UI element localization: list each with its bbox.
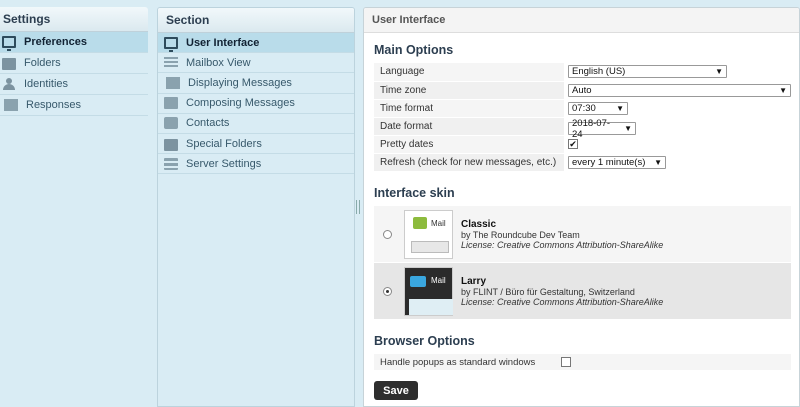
settings-item-folders[interactable]: Folders xyxy=(0,53,148,74)
settings-item-label: Identities xyxy=(24,78,69,90)
select-value: English (US) xyxy=(572,66,626,78)
content-title: User Interface xyxy=(364,8,799,33)
select-value: Auto xyxy=(572,84,592,96)
save-button[interactable]: Save xyxy=(374,381,418,400)
settings-item-label: Responses xyxy=(26,99,82,111)
option-label: Date format xyxy=(374,117,564,136)
option-row-time-format: Time format 07:30 ▼ xyxy=(374,99,791,118)
settings-title: Settings xyxy=(0,7,148,32)
select-value: 2018-07-24 xyxy=(572,117,611,140)
settings-panel: Settings Preferences Folders Identities … xyxy=(0,7,148,407)
option-label: Time format xyxy=(374,99,564,118)
section-item-server-settings[interactable]: Server Settings xyxy=(158,154,354,175)
option-label: Time zone xyxy=(374,81,564,100)
option-label: Handle popups as standard windows xyxy=(380,356,536,368)
section-panel: Section User Interface Mailbox View Disp… xyxy=(157,7,355,407)
timezone-select[interactable]: Auto ▼ xyxy=(568,83,791,97)
skin-option-larry[interactable]: Mail Larry by FLINT / Büro für Gestaltun… xyxy=(374,263,791,320)
dropdown-arrow-icon: ▼ xyxy=(715,67,723,77)
skin-thumbnail-larry: Mail xyxy=(404,266,453,316)
select-value: 07:30 xyxy=(572,102,596,114)
mail-icon xyxy=(413,216,427,229)
option-row-language: Language English (US) ▼ xyxy=(374,63,791,82)
document-icon xyxy=(4,99,18,111)
popups-checkbox[interactable] xyxy=(561,357,572,367)
interface-skin-title: Interface skin xyxy=(374,186,455,200)
skin-author: by The Roundcube Dev Team xyxy=(461,229,580,240)
option-label: Pretty dates xyxy=(374,135,564,154)
skin-author: by FLINT / Büro für Gestaltung, Switzerl… xyxy=(461,286,635,297)
option-row-refresh: Refresh (check for new messages, etc.) e… xyxy=(374,153,791,172)
section-title: Section xyxy=(158,8,354,33)
section-item-label: Mailbox View xyxy=(186,56,251,69)
mail-icon xyxy=(410,275,426,287)
monitor-icon xyxy=(164,36,178,52)
dropdown-arrow-icon: ▼ xyxy=(624,124,632,133)
settings-item-label: Preferences xyxy=(24,36,87,48)
skin-license: License: Creative Commons Attribution-Sh… xyxy=(461,296,664,307)
pretty-dates-checkbox[interactable]: ✔ xyxy=(568,139,578,149)
thumbnail-label: Mail xyxy=(431,218,446,228)
server-icon xyxy=(164,157,178,170)
time-format-select[interactable]: 07:30 ▼ xyxy=(568,101,628,115)
settings-item-identities[interactable]: Identities xyxy=(0,74,148,95)
section-item-label: Special Folders xyxy=(186,137,262,150)
list-icon xyxy=(164,56,178,69)
skin-radio-classic[interactable] xyxy=(383,229,392,239)
toolbar-preview xyxy=(409,298,453,315)
option-row-date-format: Date format 2018-07-24 ▼ xyxy=(374,117,791,140)
monitor-icon xyxy=(2,36,16,51)
option-label: Refresh (check for new messages, etc.) xyxy=(374,153,564,172)
section-item-label: Composing Messages xyxy=(186,97,295,110)
section-item-contacts[interactable]: Contacts xyxy=(158,114,354,134)
settings-item-preferences[interactable]: Preferences xyxy=(0,32,148,53)
thumbnail-label: Mail xyxy=(431,275,446,285)
section-item-user-interface[interactable]: User Interface xyxy=(158,33,354,54)
document-icon xyxy=(166,76,180,89)
refresh-select[interactable]: every 1 minute(s) ▼ xyxy=(568,156,666,169)
main-options-title: Main Options xyxy=(374,43,454,57)
section-item-displaying-messages[interactable]: Displaying Messages xyxy=(158,73,354,94)
skin-option-classic[interactable]: Mail Classic by The Roundcube Dev Team L… xyxy=(374,206,791,263)
toolbar-preview xyxy=(411,240,449,253)
dropdown-arrow-icon: ▼ xyxy=(616,103,624,113)
skin-info: Larry by FLINT / Büro für Gestaltung, Sw… xyxy=(461,276,663,307)
edit-icon xyxy=(164,97,178,110)
dropdown-arrow-icon: ▼ xyxy=(779,85,787,95)
language-select[interactable]: English (US) ▼ xyxy=(568,65,727,79)
section-item-mailbox-view[interactable]: Mailbox View xyxy=(158,53,354,74)
section-item-composing-messages[interactable]: Composing Messages xyxy=(158,94,354,114)
section-item-label: Server Settings xyxy=(186,157,262,170)
browser-options-title: Browser Options xyxy=(374,334,475,348)
option-row-popups: Handle popups as standard windows xyxy=(374,354,791,370)
content-panel: User Interface Main Options Language Eng… xyxy=(363,7,800,407)
dropdown-arrow-icon: ▼ xyxy=(654,158,662,167)
skin-name: Larry xyxy=(461,275,487,287)
section-item-special-folders[interactable]: Special Folders xyxy=(158,134,354,155)
folder-icon xyxy=(2,58,16,70)
skin-license: License: Creative Commons Attribution-Sh… xyxy=(461,239,664,250)
section-item-label: Contacts xyxy=(186,117,230,130)
panel-splitter[interactable] xyxy=(356,200,360,214)
option-row-timezone: Time zone Auto ▼ xyxy=(374,81,791,100)
section-item-label: Displaying Messages xyxy=(188,76,292,89)
main-options-table: Language English (US) ▼ Time zone Auto ▼ T… xyxy=(374,63,791,172)
skin-info: Classic by The Roundcube Dev Team Licens… xyxy=(461,219,663,250)
person-icon xyxy=(2,78,16,90)
date-format-select[interactable]: 2018-07-24 ▼ xyxy=(568,118,636,140)
folder-icon xyxy=(164,138,178,151)
select-value: every 1 minute(s) xyxy=(572,157,646,168)
skin-thumbnail-classic: Mail xyxy=(404,209,453,259)
contact-icon xyxy=(164,117,178,130)
option-label: Language xyxy=(374,63,564,82)
settings-item-responses[interactable]: Responses xyxy=(0,95,148,116)
skin-radio-larry[interactable] xyxy=(383,286,392,296)
skin-name: Classic xyxy=(461,218,497,230)
section-item-label: User Interface xyxy=(186,36,260,49)
settings-item-label: Folders xyxy=(24,57,61,69)
